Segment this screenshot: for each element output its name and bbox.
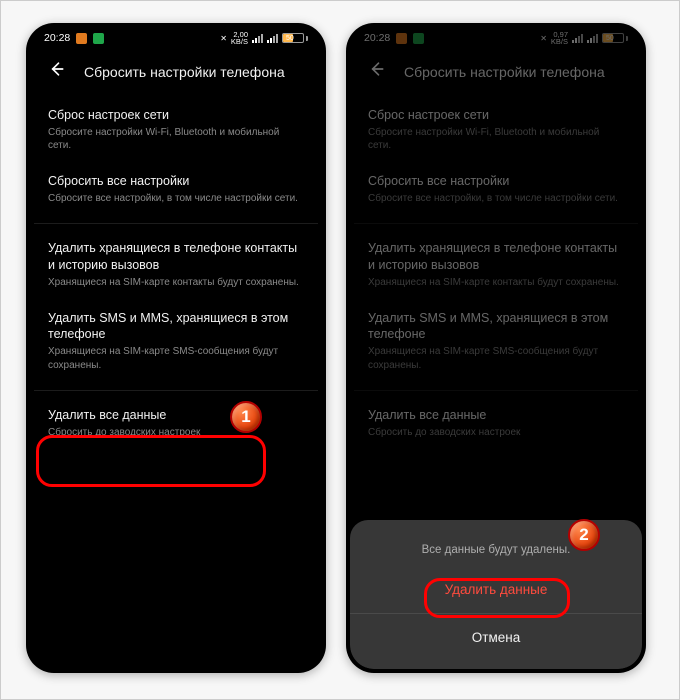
net-speed: 0,97 KB/S [551, 31, 568, 46]
divider [350, 613, 642, 614]
item-title: Сбросить все настройки [48, 173, 304, 190]
divider [34, 390, 318, 391]
item-subtitle: Сбросите настройки Wi-Fi, Bluetooth и мо… [48, 126, 304, 153]
settings-list: Сброс настроек сети Сбросите настройки W… [30, 92, 322, 451]
item-title: Удалить хранящиеся в телефоне контакты и… [48, 240, 304, 274]
status-time: 20:28 [44, 32, 70, 44]
header: Сбросить настройки телефона [350, 49, 642, 92]
item-title: Удалить SMS и MMS, хранящиеся в этом тел… [368, 310, 624, 344]
confirm-erase-button[interactable]: Удалить данные [368, 570, 624, 609]
back-icon[interactable] [46, 59, 66, 84]
status-bar: 20:28 ✕ 0,97 KB/S 50 [350, 27, 642, 49]
status-app-icon-1 [76, 33, 87, 44]
item-subtitle: Сбросите все настройки, в том числе наст… [368, 192, 624, 206]
item-erase-all-data[interactable]: Удалить все данные Сбросить до заводских… [354, 398, 638, 450]
item-subtitle: Хранящиеся на SIM-карте контакты будут с… [48, 276, 304, 290]
item-title: Удалить все данные [368, 407, 624, 424]
screen-left: 20:28 ✕ 2,00 KB/S 50 Сбросить настройки … [30, 27, 322, 669]
item-delete-contacts[interactable]: Удалить хранящиеся в телефоне контакты и… [354, 231, 638, 300]
item-erase-all-data[interactable]: Удалить все данные Сбросить до заводских… [34, 398, 318, 450]
cancel-button[interactable]: Отмена [368, 618, 624, 657]
screen-right: 20:28 ✕ 0,97 KB/S 50 Сбросить настройки … [350, 27, 642, 669]
divider [34, 223, 318, 224]
divider [354, 390, 638, 391]
item-subtitle: Хранящиеся на SIM-карте контакты будут с… [368, 276, 624, 290]
item-subtitle: Сбросите настройки Wi-Fi, Bluetooth и мо… [368, 126, 624, 153]
item-subtitle: Сбросите все настройки, в том числе наст… [48, 192, 304, 206]
item-title: Удалить SMS и MMS, хранящиеся в этом тел… [48, 310, 304, 344]
item-title: Сброс настроек сети [48, 107, 304, 124]
confirm-sheet: Все данные будут удалены. Удалить данные… [350, 520, 642, 669]
divider [354, 223, 638, 224]
item-delete-sms[interactable]: Удалить SMS и MMS, хранящиеся в этом тел… [34, 301, 318, 384]
signal-icon-2 [267, 34, 278, 43]
item-reset-network[interactable]: Сброс настроек сети Сбросите настройки W… [354, 98, 638, 164]
phone-frame-right: 20:28 ✕ 0,97 KB/S 50 Сбросить настройки … [346, 23, 646, 673]
status-bar: 20:28 ✕ 2,00 KB/S 50 [30, 27, 322, 49]
page-title: Сбросить настройки телефона [404, 64, 605, 80]
item-title: Сброс настроек сети [368, 107, 624, 124]
item-title: Удалить все данные [48, 407, 304, 424]
back-icon[interactable] [366, 59, 386, 84]
net-speed: 2,00 KB/S [231, 31, 248, 46]
item-delete-contacts[interactable]: Удалить хранящиеся в телефоне контакты и… [34, 231, 318, 300]
item-subtitle: Хранящиеся на SIM-карте SMS-сообщения бу… [48, 345, 304, 372]
item-reset-all-settings[interactable]: Сбросить все настройки Сбросите все наст… [34, 164, 318, 216]
wifi-off-icon: ✕ [220, 34, 227, 43]
item-subtitle: Сбросить до заводских настроек [48, 426, 304, 440]
settings-list: Сброс настроек сети Сбросите настройки W… [350, 92, 642, 451]
signal-icon [572, 34, 583, 43]
item-subtitle: Сбросить до заводских настроек [368, 426, 624, 440]
item-reset-all-settings[interactable]: Сбросить все настройки Сбросите все наст… [354, 164, 638, 216]
status-app-icon-2 [93, 33, 104, 44]
signal-icon [252, 34, 263, 43]
status-app-icon-1 [396, 33, 407, 44]
battery-icon: 50 [602, 33, 628, 43]
header: Сбросить настройки телефона [30, 49, 322, 92]
item-subtitle: Хранящиеся на SIM-карте SMS-сообщения бу… [368, 345, 624, 372]
page-title: Сбросить настройки телефона [84, 64, 285, 80]
item-reset-network[interactable]: Сброс настроек сети Сбросите настройки W… [34, 98, 318, 164]
signal-icon-2 [587, 34, 598, 43]
wifi-off-icon: ✕ [540, 34, 547, 43]
battery-icon: 50 [282, 33, 308, 43]
item-title: Сбросить все настройки [368, 173, 624, 190]
item-delete-sms[interactable]: Удалить SMS и MMS, хранящиеся в этом тел… [354, 301, 638, 384]
item-title: Удалить хранящиеся в телефоне контакты и… [368, 240, 624, 274]
status-app-icon-2 [413, 33, 424, 44]
phone-frame-left: 20:28 ✕ 2,00 KB/S 50 Сбросить настройки … [26, 23, 326, 673]
status-time: 20:28 [364, 32, 390, 44]
sheet-message: Все данные будут удалены. [368, 544, 624, 556]
